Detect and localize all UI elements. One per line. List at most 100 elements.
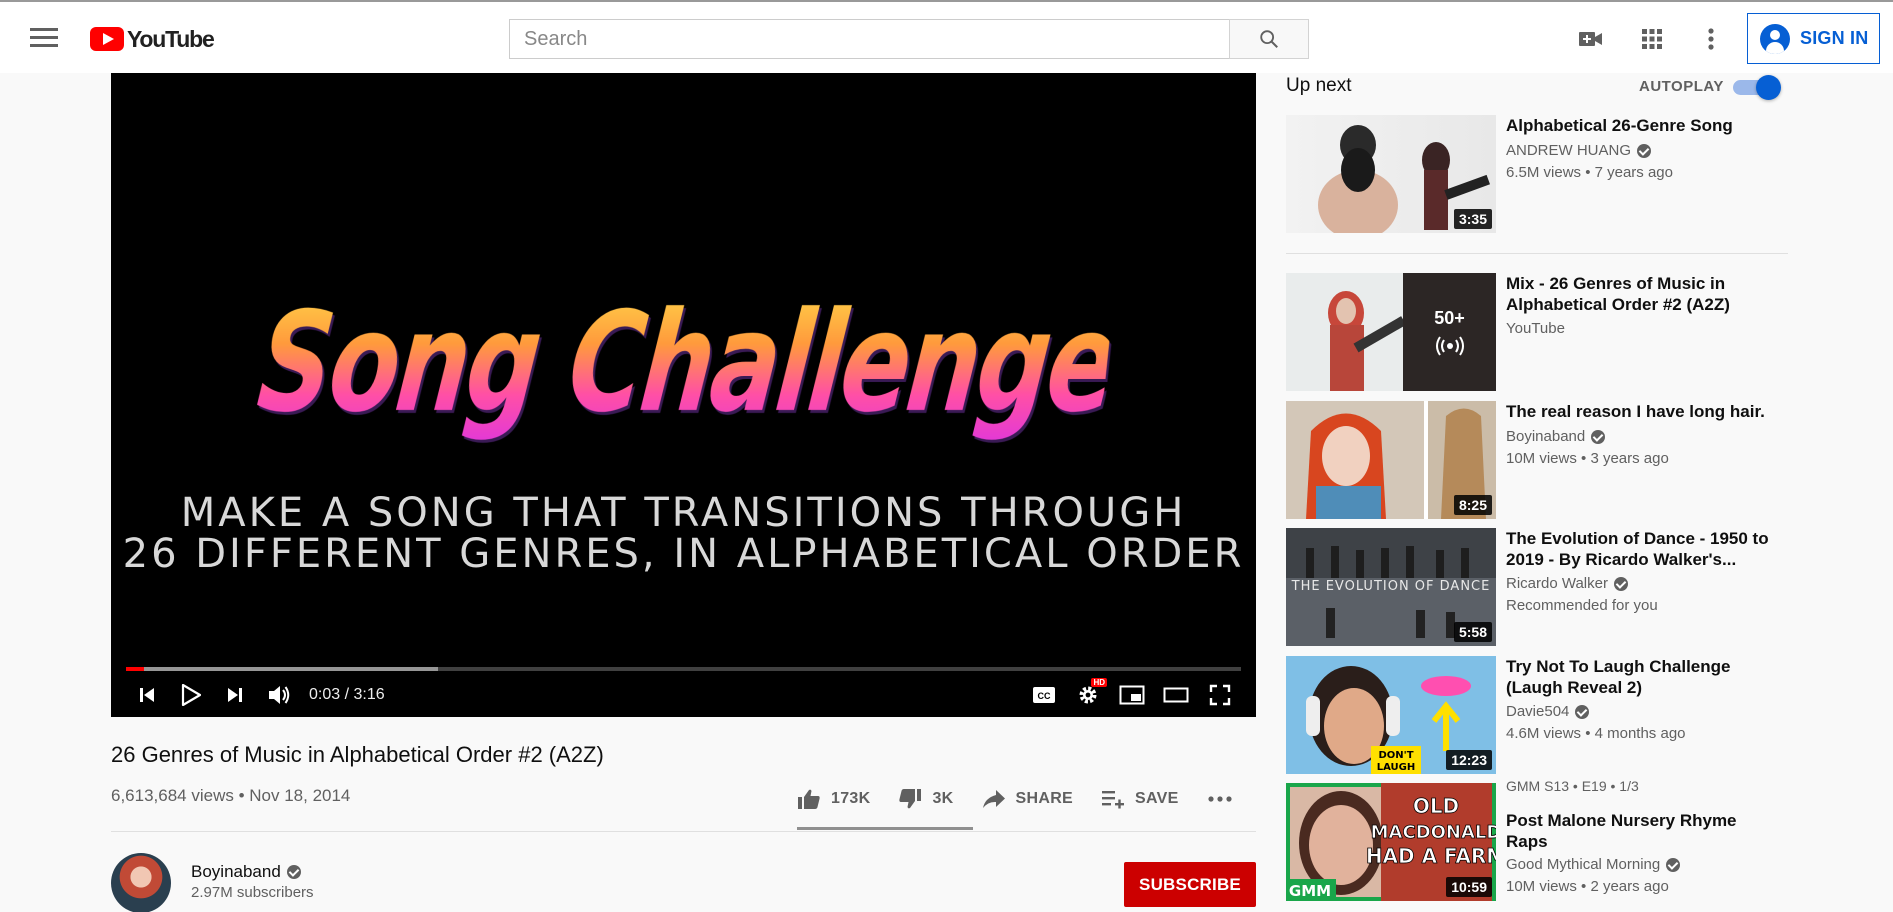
verified-check-icon (286, 865, 301, 879)
video-actions: 173K 3K SHARE SAVE (797, 782, 1243, 816)
previous-button[interactable] (125, 673, 169, 717)
video-views-date: 6,613,684 views • Nov 18, 2014 (111, 786, 351, 805)
video-frame-art: Song Challenge (111, 282, 1256, 443)
apps-button[interactable] (1637, 24, 1667, 54)
video-title: Mix - 26 Genres of Music in Alphabetical… (1506, 274, 1730, 314)
duration-badge: 10:59 (1446, 877, 1492, 897)
dislike-count: 3K (932, 790, 954, 807)
video-thumbnail: 8:25 (1286, 401, 1496, 519)
progress-buffered (126, 667, 439, 671)
duration-badge: 12:23 (1446, 750, 1492, 770)
autoplay-label: AUTOPLAY (1639, 78, 1724, 95)
channel-name: Davie504 (1506, 703, 1570, 720)
dislike-button[interactable]: 3K (898, 788, 953, 810)
recommended-video[interactable]: THE EVOLUTION OF DANCE 5:58 The Evolutio… (1286, 528, 1788, 646)
channel-name: Good Mythical Morning (1506, 856, 1661, 873)
more-horizontal-icon (1208, 796, 1232, 802)
save-button[interactable]: SAVE (1101, 789, 1179, 809)
more-vertical-icon (1708, 28, 1714, 50)
youtube-logo[interactable]: YouTube (90, 25, 215, 52)
logo-text: YouTube (127, 25, 215, 52)
video-camera-plus-icon (1579, 32, 1602, 46)
search-input[interactable] (509, 19, 1229, 59)
toggle-knob (1756, 75, 1781, 100)
channel-name: ANDREW HUANG (1506, 142, 1632, 159)
verified-check-icon (1613, 577, 1628, 592)
recommended-video[interactable]: DON'T LAUGH 12:23 Try Not To Laugh Chall… (1286, 656, 1788, 774)
channel-line: Ricardo Walker (1506, 573, 1628, 595)
duration-badge: 3:35 (1453, 209, 1492, 229)
playlist-add-icon (1102, 791, 1125, 809)
thumbnail-caption-1: OLD (1413, 794, 1459, 818)
create-video-button[interactable] (1576, 24, 1606, 54)
account-icon (1760, 23, 1790, 54)
share-button[interactable]: SHARE (982, 789, 1074, 809)
mute-button[interactable] (257, 673, 301, 717)
search-bar (509, 19, 1309, 59)
video-title: Alphabetical 26-Genre Song (1506, 116, 1733, 135)
channel-name: Ricardo Walker (1506, 575, 1608, 592)
apps-grid-icon (1642, 29, 1662, 49)
autoplay-toggle[interactable] (1733, 75, 1781, 100)
theater-mode-button[interactable] (1154, 673, 1198, 717)
thumbnail-caption-2: LAUGH (1377, 762, 1416, 773)
recommended-video[interactable]: 8:25 The real reason I have long hair. B… (1286, 401, 1788, 519)
video-title: Post Malone Nursery Rhyme Raps (1506, 811, 1737, 851)
recommended-video[interactable]: 3:35 Alphabetical 26-Genre Song ANDREW H… (1286, 115, 1788, 233)
channel-line: YouTube (1506, 318, 1565, 340)
sign-in-button[interactable]: SIGN IN (1747, 13, 1880, 64)
like-button[interactable]: 173K (797, 788, 870, 810)
video-meta: 6.5M views • 7 years ago (1506, 164, 1673, 181)
channel-name[interactable]: Boyinaband (191, 862, 301, 882)
theater-mode-icon (1163, 687, 1189, 703)
fullscreen-button[interactable] (1198, 673, 1242, 717)
progress-bar[interactable] (126, 667, 1241, 671)
svg-text:CC: CC (1038, 691, 1051, 701)
subscribe-button[interactable]: SUBSCRIBE (1124, 862, 1256, 907)
settings-menu-button[interactable] (1696, 24, 1726, 54)
player-controls: 0:03 / 3:16 CC HD (111, 673, 1256, 717)
volume-icon (269, 686, 290, 704)
mix-overlay: 50+ (1403, 273, 1496, 391)
video-meta: Recommended for you (1506, 597, 1658, 614)
youtube-play-icon (90, 27, 124, 51)
video-title: 26 Genres of Music in Alphabetical Order… (111, 742, 604, 767)
video-thumbnail: 3:35 (1286, 115, 1496, 233)
play-icon (181, 684, 201, 706)
thumbs-down-icon (899, 789, 922, 809)
verified-check-icon (1591, 430, 1606, 445)
play-button[interactable] (169, 673, 213, 717)
like-count: 173K (831, 790, 871, 807)
mix-count: 50+ (1434, 307, 1465, 328)
search-button[interactable] (1229, 19, 1309, 59)
recommended-mix[interactable]: 50+ Mix - 26 Genres of Music in Alphabet… (1286, 273, 1788, 391)
more-actions-button[interactable] (1207, 795, 1243, 803)
video-player[interactable]: Song Challenge MAKE A SONG THAT TRANSITI… (111, 73, 1256, 717)
save-label: SAVE (1135, 790, 1179, 807)
video-title: The real reason I have long hair. (1506, 402, 1765, 421)
settings-button[interactable]: HD (1066, 673, 1110, 717)
video-thumbnail: 50+ (1286, 273, 1496, 391)
verified-check-icon (1575, 705, 1590, 720)
menu-icon[interactable] (30, 28, 58, 50)
video-thumbnail: OLD MACDONALD HAD A FARM GMM 10:59 (1286, 783, 1496, 901)
divider (1286, 253, 1788, 254)
hd-badge: HD (1091, 678, 1107, 687)
video-frame-line-2: 26 DIFFERENT GENRES, IN ALPHABETICAL ORD… (122, 531, 1245, 577)
subtitles-button[interactable]: CC (1022, 673, 1066, 717)
episode-line: GMM S13 • E19 • 1/3 (1506, 778, 1639, 794)
miniplayer-button[interactable] (1110, 673, 1154, 717)
subscriber-count: 2.97M subscribers (191, 884, 314, 901)
closed-captions-icon: CC (1033, 687, 1055, 703)
search-icon (1260, 30, 1278, 48)
time-display: 0:03 / 3:16 (309, 686, 385, 703)
thumbnail-caption-2: MACDONALD (1371, 822, 1496, 843)
thumbnail-caption: THE EVOLUTION OF DANCE (1291, 579, 1491, 594)
channel-avatar[interactable] (111, 853, 171, 912)
sign-in-label: SIGN IN (1800, 28, 1869, 48)
video-title: Try Not To Laugh Challenge (Laugh Reveal… (1506, 657, 1731, 697)
thumbnail-caption-3: HAD A FARM (1366, 844, 1496, 868)
recommended-video[interactable]: OLD MACDONALD HAD A FARM GMM 10:59 GMM S… (1286, 778, 1788, 901)
next-button[interactable] (213, 673, 257, 717)
masthead: YouTube SIGN IN (0, 0, 1893, 73)
